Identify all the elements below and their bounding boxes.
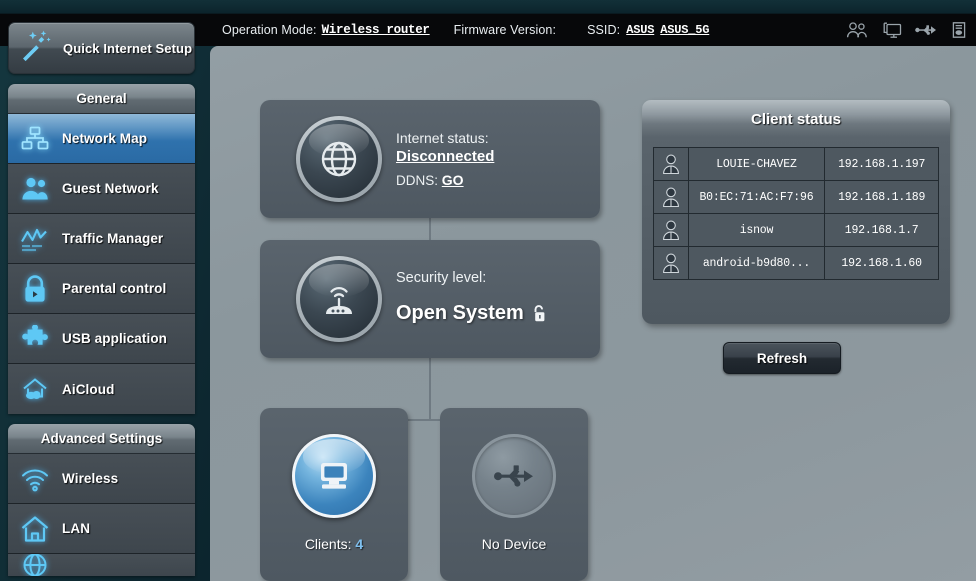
sidebar-item-label: Parental control bbox=[62, 281, 167, 296]
client-ip: 192.168.1.7 bbox=[824, 213, 939, 247]
clients-icon[interactable] bbox=[846, 21, 868, 39]
open-lock-icon bbox=[531, 304, 547, 329]
security-level-panel[interactable]: Security level: Open System bbox=[260, 240, 600, 358]
aicloud-icon bbox=[20, 374, 50, 404]
person-icon bbox=[653, 147, 689, 181]
sidebar-item-guest-network[interactable]: Guest Network bbox=[8, 164, 195, 214]
ssid-link-2g[interactable]: ASUS bbox=[626, 23, 654, 37]
globe-icon bbox=[296, 116, 382, 202]
ddns-label: DDNS: bbox=[396, 173, 439, 188]
security-level-value: Open System bbox=[396, 301, 524, 324]
security-level-value-row: Open System bbox=[396, 302, 547, 329]
ssid-link-5g[interactable]: ASUS_5G bbox=[660, 23, 709, 37]
sidebar-item-lan[interactable]: LAN bbox=[8, 504, 195, 554]
table-row[interactable]: android-b9d80... 192.168.1.60 bbox=[653, 246, 939, 280]
person-icon bbox=[653, 246, 689, 280]
usb-icon[interactable] bbox=[915, 22, 937, 38]
security-level-label: Security level: bbox=[396, 269, 487, 286]
client-ip: 192.168.1.60 bbox=[824, 246, 939, 280]
wireless-icon bbox=[20, 464, 50, 494]
internet-status-value[interactable]: Disconnected bbox=[396, 148, 494, 165]
clients-label-prefix: Clients: bbox=[304, 536, 352, 552]
person-icon bbox=[653, 213, 689, 247]
usb-device-label: No Device bbox=[481, 536, 547, 552]
router-signal-icon bbox=[296, 256, 382, 342]
general-menu-group: General Network Map Guest Network Traffi… bbox=[8, 84, 195, 414]
monitor-icon bbox=[292, 434, 376, 518]
guest-network-icon bbox=[20, 174, 50, 204]
sidebar-item-label: Network Map bbox=[62, 131, 148, 146]
client-ip: 192.168.1.197 bbox=[824, 147, 939, 181]
client-ip: 192.168.1.189 bbox=[824, 180, 939, 214]
client-name: B0:EC:71:AC:F7:96 bbox=[687, 180, 826, 214]
sidebar-item-wireless[interactable]: Wireless bbox=[8, 454, 195, 504]
internet-status-text: Internet status: Disconnected DDNS: GO bbox=[396, 130, 494, 188]
display-icon[interactable] bbox=[881, 21, 902, 39]
security-level-text: Security level: Open System bbox=[396, 270, 547, 329]
sidebar-item-network-map[interactable]: Network Map bbox=[8, 114, 195, 164]
client-name: LOUIE-CHAVEZ bbox=[687, 147, 826, 181]
usb-device-panel[interactable]: No Device bbox=[440, 408, 588, 581]
firmware-version-label: Firmware Version: bbox=[453, 23, 557, 37]
sidebar-item-label: Guest Network bbox=[62, 181, 159, 196]
client-status-panel: Client status LOUIE-CHAVEZ 192.168.1.197… bbox=[642, 100, 950, 324]
printer-icon[interactable] bbox=[950, 21, 968, 39]
sidebar-item-label: USB application bbox=[62, 331, 168, 346]
sidebar-item-usb-application[interactable]: USB application bbox=[8, 314, 195, 364]
person-icon bbox=[653, 180, 689, 214]
connector-line bbox=[429, 218, 431, 240]
sidebar-item-label: Traffic Manager bbox=[62, 231, 164, 246]
ssid-label: SSID: bbox=[587, 23, 621, 37]
sidebar-item-parental-control[interactable]: Parental control bbox=[8, 264, 195, 314]
operation-mode-value[interactable]: Wireless router bbox=[322, 23, 430, 37]
ddns-row: DDNS: GO bbox=[396, 172, 494, 188]
sidebar-item-aicloud[interactable]: AiCloud bbox=[8, 364, 195, 414]
globe-wan-icon bbox=[20, 554, 50, 576]
internet-status-label: Internet status: bbox=[396, 130, 489, 146]
internet-status-panel[interactable]: Internet status: Disconnected DDNS: GO bbox=[260, 100, 600, 218]
main-content: Internet status: Disconnected DDNS: GO S… bbox=[210, 46, 976, 581]
advanced-menu-group: Advanced Settings Wireless LAN bbox=[8, 424, 195, 576]
table-row[interactable]: LOUIE-CHAVEZ 192.168.1.197 bbox=[653, 147, 939, 181]
lan-home-icon bbox=[20, 514, 50, 544]
sidebar-item-label: Wireless bbox=[62, 471, 119, 486]
header-info: Operation Mode: Wireless router Firmware… bbox=[222, 14, 709, 46]
header-icon-group bbox=[846, 14, 968, 46]
quick-internet-setup-label: Quick Internet Setup bbox=[63, 40, 193, 56]
network-map-icon bbox=[20, 124, 50, 154]
usb-application-icon bbox=[20, 324, 50, 354]
client-status-table-body: LOUIE-CHAVEZ 192.168.1.197 B0:EC:71:AC:F… bbox=[653, 147, 939, 280]
client-name: isnow bbox=[687, 213, 826, 247]
client-name: android-b9d80... bbox=[687, 246, 826, 280]
top-decorative-band bbox=[0, 0, 976, 14]
clients-device-panel[interactable]: Clients: 4 bbox=[260, 408, 408, 581]
quick-internet-setup-button[interactable]: Quick Internet Setup bbox=[8, 22, 195, 74]
operation-mode-label: Operation Mode: bbox=[222, 23, 317, 37]
table-row[interactable]: B0:EC:71:AC:F7:96 192.168.1.189 bbox=[653, 180, 939, 214]
table-row[interactable]: isnow 192.168.1.7 bbox=[653, 213, 939, 247]
sidebar-item-traffic-manager[interactable]: Traffic Manager bbox=[8, 214, 195, 264]
sidebar: Quick Internet Setup General Network Map bbox=[0, 14, 208, 581]
sidebar-item-label: AiCloud bbox=[62, 381, 115, 397]
clients-count-value: 4 bbox=[355, 536, 364, 552]
magic-wand-icon bbox=[19, 29, 55, 68]
traffic-manager-icon bbox=[20, 224, 50, 254]
connector-line bbox=[429, 358, 431, 420]
parental-control-icon bbox=[20, 274, 50, 304]
clients-count-label: Clients: 4 bbox=[305, 536, 363, 552]
router-admin-page: Operation Mode: Wireless router Firmware… bbox=[0, 0, 976, 581]
usb-icon bbox=[472, 434, 556, 518]
sidebar-item-label: LAN bbox=[62, 521, 91, 536]
sidebar-item-partial-below[interactable] bbox=[8, 554, 195, 576]
client-status-table: LOUIE-CHAVEZ 192.168.1.197 B0:EC:71:AC:F… bbox=[653, 147, 939, 280]
client-status-title: Client status bbox=[642, 100, 950, 138]
advanced-group-title: Advanced Settings bbox=[8, 424, 195, 454]
refresh-button[interactable]: Refresh bbox=[723, 342, 841, 374]
ddns-go-link[interactable]: GO bbox=[442, 172, 464, 188]
general-group-title: General bbox=[8, 84, 195, 114]
